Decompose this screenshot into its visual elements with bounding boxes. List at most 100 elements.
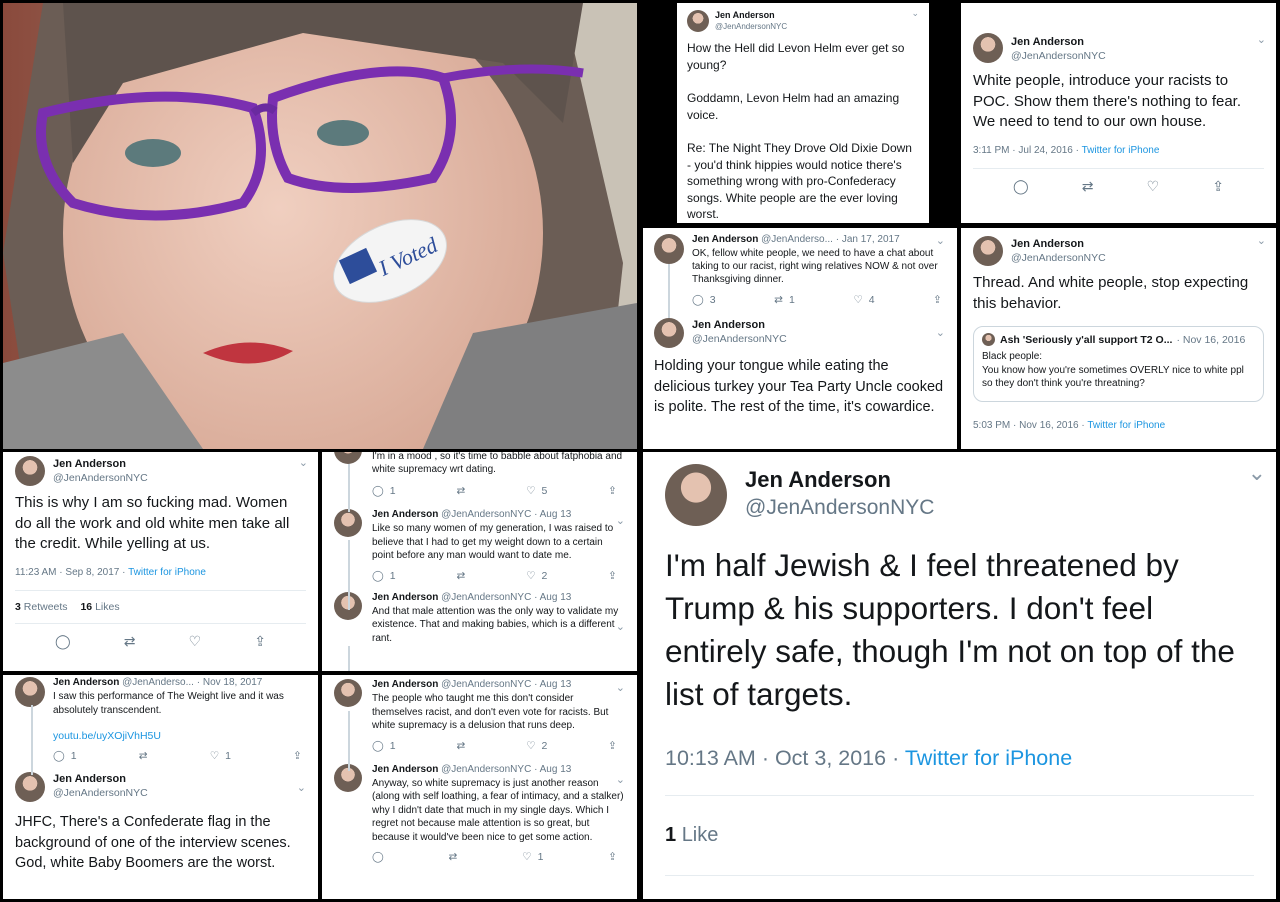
tweet-date[interactable]: · Nov 18, 2017 [197,677,263,688]
tweet-thread-thanksgiving[interactable]: Jen Anderson @JenAnderso... · Jan 17, 20… [643,228,957,449]
reply-button[interactable]: ◯ 1 [372,570,396,582]
tweet-date[interactable]: · Aug 13 [534,592,571,603]
tweet-date[interactable]: · Aug 13 [534,509,571,520]
author-name[interactable]: Jen Anderson [715,10,787,21]
chevron-down-icon[interactable]: ⌄ [616,773,625,786]
tweet-source-link[interactable]: Twitter for iPhone [1082,145,1160,156]
avatar[interactable] [665,464,727,526]
like-button[interactable]: ♡ 1 [210,750,231,762]
avatar[interactable] [15,677,45,707]
tweet-card-so-mad[interactable]: Jen Anderson @JenAndersonNYC ⌄ This is w… [3,452,318,671]
tweet-date[interactable]: · Aug 13 [534,679,571,690]
youtube-link[interactable]: youtu.be/uyXOjiVhH5U [53,730,306,742]
avatar[interactable] [15,456,45,486]
share-icon[interactable]: ⇪ [293,750,302,762]
author-handle[interactable]: @JenAndersonNYC [441,764,531,775]
tweet-source-link[interactable]: Twitter for iPhone [905,746,1072,770]
tweet-card-half-jewish[interactable]: Jen Anderson @JenAndersonNYC ⌄ I'm half … [643,452,1276,899]
tweet-thread-fatphobia[interactable]: I'm in a mood , so it's time to babble a… [322,452,637,671]
author-handle[interactable]: @JenAndersonNYC [441,592,531,603]
like-stats[interactable]: 16 Likes [80,601,119,613]
tweet-source-link[interactable]: Twitter for iPhone [1087,420,1165,431]
chevron-down-icon[interactable]: ⌄ [297,781,306,794]
like-button[interactable]: ♡ 2 [526,570,547,582]
heart-icon[interactable]: ♡ [189,634,202,650]
tweet-timestamp[interactable]: 3:11 PM · Jul 24, 2016 [973,145,1073,156]
tweet-card-introduce-racists[interactable]: Jen Anderson @JenAndersonNYC ⌄ White peo… [961,3,1276,223]
share-icon[interactable]: ⇪ [608,851,617,863]
reply-button[interactable]: ◯ 1 [53,750,77,762]
like-button[interactable]: ♡ 5 [526,485,547,497]
tweet-timestamp[interactable]: 11:23 AM · Sep 8, 2017 [15,567,119,578]
retweet-icon[interactable]: ⇄ [124,634,136,650]
chevron-down-icon[interactable]: ⌄ [616,620,625,633]
author-name[interactable]: Jen Anderson [372,592,438,603]
tweet-thread-white-supremacy[interactable]: Jen Anderson @JenAndersonNYC · Aug 13 Th… [322,675,637,899]
share-icon[interactable]: ⇪ [608,570,617,582]
author-handle[interactable]: @JenAndersonNYC [53,471,148,485]
tweet-card-stop-expecting[interactable]: Jen Anderson @JenAndersonNYC ⌄ Thread. A… [961,228,1276,449]
avatar[interactable] [654,234,684,264]
author-name[interactable]: Jen Anderson [692,318,787,332]
avatar[interactable] [973,236,1003,266]
avatar[interactable] [973,33,1003,63]
author-handle[interactable]: @JenAndersonNYC [1011,251,1106,265]
author-name[interactable]: Jen Anderson [692,234,758,245]
author-handle[interactable]: @JenAndersonNYC [441,679,531,690]
author-name[interactable]: Jen Anderson [372,509,438,520]
retweet-icon[interactable]: ⇄ [449,851,458,863]
tweet-date[interactable]: · Aug 13 [534,764,571,775]
avatar[interactable] [654,318,684,348]
author-handle[interactable]: @JenAndersonNYC [441,509,531,520]
author-name[interactable]: Jen Anderson [1011,35,1106,49]
like-button[interactable]: ♡ 2 [526,740,547,752]
avatar[interactable] [334,452,362,464]
author-handle[interactable]: @JenAndersonNYC [745,494,934,522]
chevron-down-icon[interactable]: ⌄ [616,681,625,694]
retweet-icon[interactable]: ⇄ [1082,179,1094,195]
author-name[interactable]: Jen Anderson [53,457,148,471]
tweet-card-levon-helm[interactable]: Jen Anderson @JenAndersonNYC ⌄ How the H… [677,3,929,223]
share-icon[interactable]: ⇪ [933,294,942,306]
chevron-down-icon[interactable]: ⌄ [616,514,625,527]
reply-icon[interactable]: ◯ [55,634,71,650]
retweet-icon[interactable]: ⇄ [456,740,465,752]
tweet-timestamp[interactable]: 10:13 AM · Oct 3, 2016 [665,746,886,770]
author-handle[interactable]: @JenAndersonNYC [715,21,787,32]
chevron-down-icon[interactable]: ⌄ [1257,234,1266,247]
share-icon[interactable]: ⇪ [254,634,266,650]
author-name[interactable]: Jen Anderson [1011,237,1106,251]
retweet-icon[interactable]: ⇄ [456,485,465,497]
tweet-thread-the-weight[interactable]: Jen Anderson @JenAnderso... · Nov 18, 20… [3,675,318,899]
avatar[interactable] [334,679,362,707]
author-handle[interactable]: @JenAndersonNYC [53,786,148,800]
reply-icon[interactable]: ◯ [1013,179,1029,195]
quoted-tweet[interactable]: Ash 'Seriously y'all support T2 O... · N… [973,326,1264,402]
author-handle[interactable]: @JenAndersonNYC [1011,49,1106,63]
tweet-source-link[interactable]: Twitter for iPhone [128,567,206,578]
avatar[interactable] [334,509,362,537]
avatar[interactable] [15,772,45,802]
reply-button[interactable]: ◯ 1 [372,485,396,497]
tweet-timestamp[interactable]: 5:03 PM · Nov 16, 2016 [973,420,1079,431]
retweet-icon[interactable]: ⇄ [456,570,465,582]
reply-icon[interactable]: ◯ [372,851,384,863]
chevron-down-icon[interactable]: ⌄ [911,8,919,19]
retweet-icon[interactable]: ⇄ [139,750,148,762]
share-icon[interactable]: ⇪ [608,740,617,752]
author-name[interactable]: Jen Anderson [372,764,438,775]
retweet-stats[interactable]: 3 Retweets [15,601,68,613]
author-name[interactable]: Jen Anderson [53,772,148,786]
share-icon[interactable]: ⇪ [608,485,617,497]
like-button[interactable]: ♡ 1 [522,851,543,863]
like-stats[interactable]: 1 Like [665,824,1254,847]
author-handle[interactable]: @JenAndersonNYC [692,332,787,346]
chevron-down-icon[interactable]: ⌄ [299,456,308,469]
avatar[interactable] [687,10,709,32]
chevron-down-icon[interactable]: ⌄ [1248,460,1266,486]
heart-icon[interactable]: ♡ [1147,179,1160,195]
like-button[interactable]: ♡ 4 [853,294,874,306]
reply-button[interactable]: ◯ 3 [692,294,716,306]
retweet-button[interactable]: ⇄ 1 [774,294,795,306]
chevron-down-icon[interactable]: ⌄ [936,326,945,339]
